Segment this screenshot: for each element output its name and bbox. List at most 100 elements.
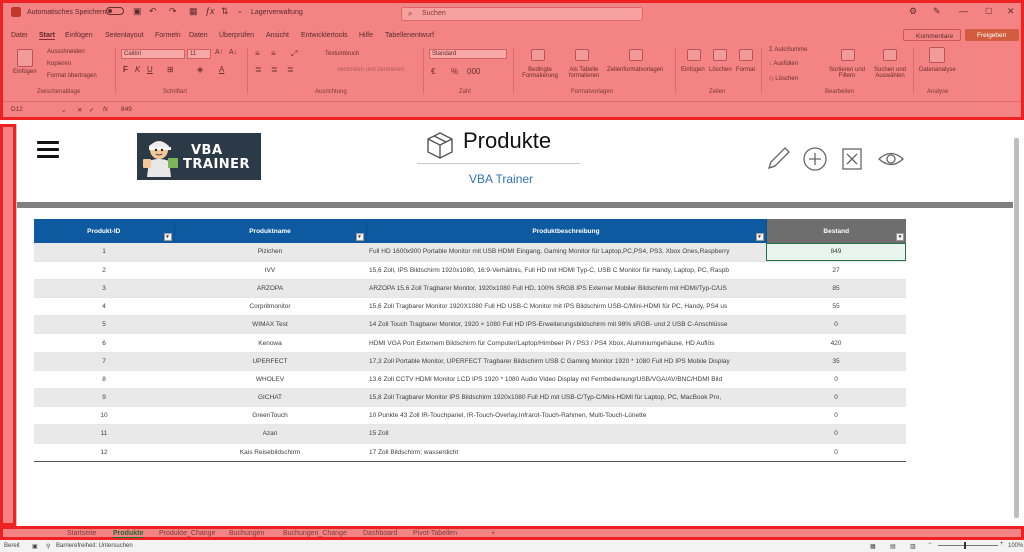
- cell-produkt-id[interactable]: 9: [34, 388, 174, 408]
- table-row[interactable]: 5 WIMAX Test 14 Zoll Touch Tragbarer Monit…: [34, 315, 906, 335]
- edit-pencil-icon[interactable]: [765, 146, 791, 172]
- table-row[interactable]: 2 IVV 15,6 Zoll, IPS Bildschirm 1920x1080,…: [34, 261, 906, 280]
- name-box-dropdown-icon[interactable]: ⌄: [61, 106, 66, 114]
- cell-bestand[interactable]: 0: [766, 370, 906, 390]
- qat-more-icon[interactable]: ⌄: [237, 7, 243, 15]
- cell-produktname[interactable]: IVV: [174, 261, 366, 280]
- paste-button[interactable]: Einfügen: [13, 69, 37, 75]
- table-row[interactable]: 9 GICHAT 15,8 Zoll Tragbarer Monitor IPS B…: [34, 388, 906, 408]
- sheet-tab-startseite[interactable]: Startseite: [67, 530, 97, 537]
- cell-produktname[interactable]: UPERFECT: [174, 352, 366, 371]
- col-header-produktbeschreibung[interactable]: Produktbeschreibung ▾: [366, 219, 767, 243]
- filter-dropdown-icon[interactable]: ▾: [755, 233, 764, 241]
- filter-dropdown-icon[interactable]: ▾: [896, 233, 904, 241]
- align-left-icon[interactable]: ≣: [255, 65, 262, 74]
- cell-produktname[interactable]: GreenTouch: [174, 406, 366, 426]
- table-icon[interactable]: ▦: [189, 6, 198, 17]
- close-icon[interactable]: ✕: [1007, 6, 1015, 17]
- cell-bestand[interactable]: 0: [766, 443, 906, 462]
- menu-ueberpruefen[interactable]: Überprüfen: [219, 32, 254, 39]
- sheet-tab-buchungen[interactable]: Buchungen: [229, 530, 264, 537]
- italic-icon[interactable]: K: [135, 65, 140, 74]
- search-input[interactable]: ⌕ Suchen: [401, 7, 643, 21]
- conditional-format-icon[interactable]: [531, 49, 545, 61]
- cell-produktbeschreibung[interactable]: 15,6 Zoll, IPS Bildschirm 1920x1080, 16:…: [366, 261, 766, 280]
- shrink-font-icon[interactable]: A↓: [229, 49, 237, 56]
- vertical-scrollbar[interactable]: [1014, 138, 1019, 518]
- clear-button[interactable]: ◇ Löschen: [769, 75, 798, 82]
- minimize-icon[interactable]: —: [959, 6, 968, 16]
- cell-produktbeschreibung[interactable]: 15 Zoll: [366, 424, 766, 444]
- font-name-select[interactable]: Calibri: [121, 49, 185, 59]
- formula-input[interactable]: 849: [121, 106, 132, 113]
- cell-produkt-id[interactable]: 11: [34, 424, 174, 444]
- cell-produktname[interactable]: Corpritmonitor: [174, 297, 366, 317]
- cell-produktname[interactable]: WIMAX Test: [174, 315, 366, 335]
- cell-produktname[interactable]: Kais Reisebildschirm: [174, 443, 366, 462]
- sort-filter-icon[interactable]: [841, 49, 855, 61]
- align-center-icon[interactable]: ≣: [271, 65, 278, 74]
- cell-produktbeschreibung[interactable]: 17 Zoll Bildschirm; wasserdicht: [366, 443, 766, 462]
- format-as-table-button[interactable]: Als Tabelle formatieren: [563, 67, 605, 79]
- find-select-button[interactable]: Suchen und Auswählen: [869, 67, 911, 79]
- cell-produkt-id[interactable]: 3: [34, 279, 174, 299]
- accessibility-status[interactable]: Barrierefreiheit: Untersuchen: [56, 543, 133, 549]
- align-middle-icon[interactable]: ≡: [271, 49, 276, 58]
- zoom-slider-knob[interactable]: [964, 542, 966, 549]
- cell-styles-button[interactable]: Zellenformatvorlagen: [607, 67, 663, 73]
- delete-cells-button[interactable]: Löschen: [709, 67, 732, 73]
- percent-icon[interactable]: %: [451, 67, 458, 76]
- cell-produktbeschreibung[interactable]: Full HD 1600x900 Portable Monitor mit US…: [366, 243, 766, 262]
- page-break-view-icon[interactable]: ▥: [910, 543, 916, 550]
- border-icon[interactable]: ⊞: [167, 65, 174, 74]
- cell-bestand[interactable]: 27: [766, 261, 906, 280]
- menu-seitenlayout[interactable]: Seitenlayout: [105, 32, 144, 39]
- cell-produkt-id[interactable]: 12: [34, 443, 174, 462]
- table-row[interactable]: 10 GreenTouch 10 Punkte 43 Zoll IR-Touchpa…: [34, 406, 906, 426]
- sort-filter-button[interactable]: Sortieren und Filtern: [827, 67, 867, 79]
- macro-record-icon[interactable]: ▣: [32, 543, 38, 550]
- table-row[interactable]: 1 Pizichen Full HD 1600x900 Portable Monit…: [34, 243, 906, 262]
- cell-produktname[interactable]: Pizichen: [174, 243, 366, 262]
- menu-einfuegen[interactable]: Einfügen: [65, 32, 93, 39]
- accessibility-icon[interactable]: ⚲: [46, 543, 50, 550]
- insert-cells-button[interactable]: Einfügen: [681, 67, 705, 73]
- cell-produkt-id[interactable]: 6: [34, 333, 174, 353]
- align-top-icon[interactable]: ≡: [255, 49, 260, 58]
- cell-bestand[interactable]: 0: [766, 315, 906, 335]
- cell-bestand[interactable]: 35: [766, 352, 906, 371]
- orientation-icon[interactable]: ⤢: [291, 49, 297, 59]
- pen-icon[interactable]: ✎: [933, 6, 941, 17]
- format-cells-icon[interactable]: [739, 49, 753, 61]
- cell-produktbeschreibung[interactable]: 13.6 Zoll CCTV HDMI Monitor LCD IPS 1920…: [366, 370, 766, 390]
- table-row[interactable]: 6 Kenowa HDMI VGA Port Externem Bildschirm…: [34, 333, 906, 353]
- cell-produktname[interactable]: GICHAT: [174, 388, 366, 408]
- cell-bestand[interactable]: 0: [766, 406, 906, 426]
- view-eye-icon[interactable]: [877, 146, 905, 172]
- menu-formeln[interactable]: Formeln: [155, 32, 181, 39]
- cell-produktname[interactable]: WHOLEV: [174, 370, 366, 390]
- cancel-entry-icon[interactable]: ✕: [77, 106, 82, 114]
- table-row[interactable]: 8 WHOLEV 13.6 Zoll CCTV HDMI Monitor LCD I…: [34, 370, 906, 390]
- zoom-in-icon[interactable]: +: [1000, 541, 1004, 547]
- sheet-tab-dashboard[interactable]: Dashboard: [363, 530, 397, 537]
- cell-produktbeschreibung[interactable]: 15,8 Zoll Tragbarer Monitor IPS Bildschi…: [366, 388, 766, 408]
- cell-bestand[interactable]: 0: [766, 388, 906, 408]
- cell-produktbeschreibung[interactable]: ARZOPA 15.6 Zoll Tragbarer Monitor, 1920…: [366, 279, 766, 299]
- sheet-tab-produkte[interactable]: Produkte: [113, 530, 144, 538]
- name-box[interactable]: D12: [11, 106, 23, 113]
- underline-icon[interactable]: U: [147, 65, 153, 74]
- table-row[interactable]: 3 ARZOPA ARZOPA 15.6 Zoll Tragbarer Monito…: [34, 279, 906, 299]
- autosave-toggle[interactable]: [103, 7, 124, 15]
- formula-icon[interactable]: ƒx: [205, 6, 215, 16]
- delete-cells-icon[interactable]: [713, 49, 727, 61]
- comments-button[interactable]: Kommentare: [903, 29, 961, 41]
- cell-bestand[interactable]: 55: [766, 297, 906, 317]
- cell-produktname[interactable]: Kenowa: [174, 333, 366, 353]
- menu-datei[interactable]: Datei: [11, 32, 27, 39]
- table-row[interactable]: 4 Corpritmonitor 15,6 Zoll Tragbarer Monit…: [34, 297, 906, 317]
- format-cells-button[interactable]: Format: [736, 67, 755, 73]
- cell-produkt-id[interactable]: 4: [34, 297, 174, 317]
- redo-icon[interactable]: ↷: [169, 6, 177, 17]
- menu-tabellenentwurf[interactable]: Tabellenentwurf: [385, 32, 434, 39]
